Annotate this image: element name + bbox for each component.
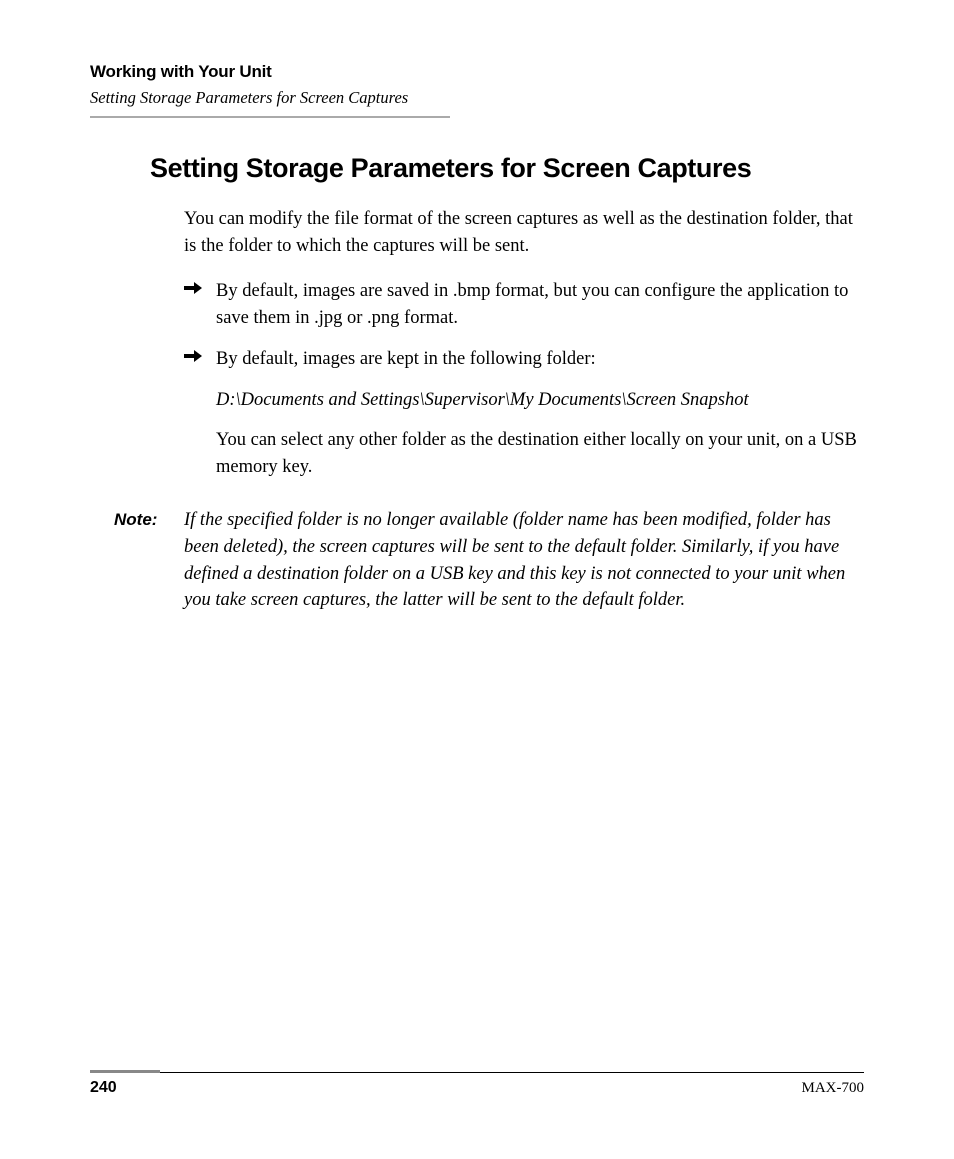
list-item-text: You can select any other folder as the d… — [216, 427, 864, 481]
note-text: If the specified folder is no longer ava… — [184, 507, 864, 614]
footer-divider-accent — [90, 1070, 160, 1073]
breadcrumb: Setting Storage Parameters for Screen Ca… — [90, 88, 864, 116]
bullet-list: By default, images are saved in .bmp for… — [184, 278, 864, 481]
note-label: Note: — [114, 507, 184, 614]
header-divider — [90, 116, 450, 118]
note-block: Note: If the specified folder is no long… — [114, 507, 864, 614]
product-id: MAX-700 — [802, 1080, 865, 1097]
list-item-text: By default, images are kept in the follo… — [216, 346, 864, 373]
list-item: By default, images are kept in the follo… — [184, 346, 864, 481]
page-number: 240 — [90, 1079, 117, 1097]
footer-divider — [90, 1072, 864, 1073]
arrow-right-icon — [184, 346, 216, 481]
chapter-title: Working with Your Unit — [90, 62, 864, 82]
folder-path: D:\Documents and Settings\Supervisor\My … — [216, 387, 864, 414]
arrow-right-icon — [184, 278, 216, 332]
list-item-text: By default, images are saved in .bmp for… — [216, 278, 864, 332]
page-footer: 240 MAX-700 — [90, 1072, 864, 1097]
intro-paragraph: You can modify the file format of the sc… — [184, 206, 864, 260]
page-title: Setting Storage Parameters for Screen Ca… — [150, 150, 790, 186]
list-item: By default, images are saved in .bmp for… — [184, 278, 864, 332]
